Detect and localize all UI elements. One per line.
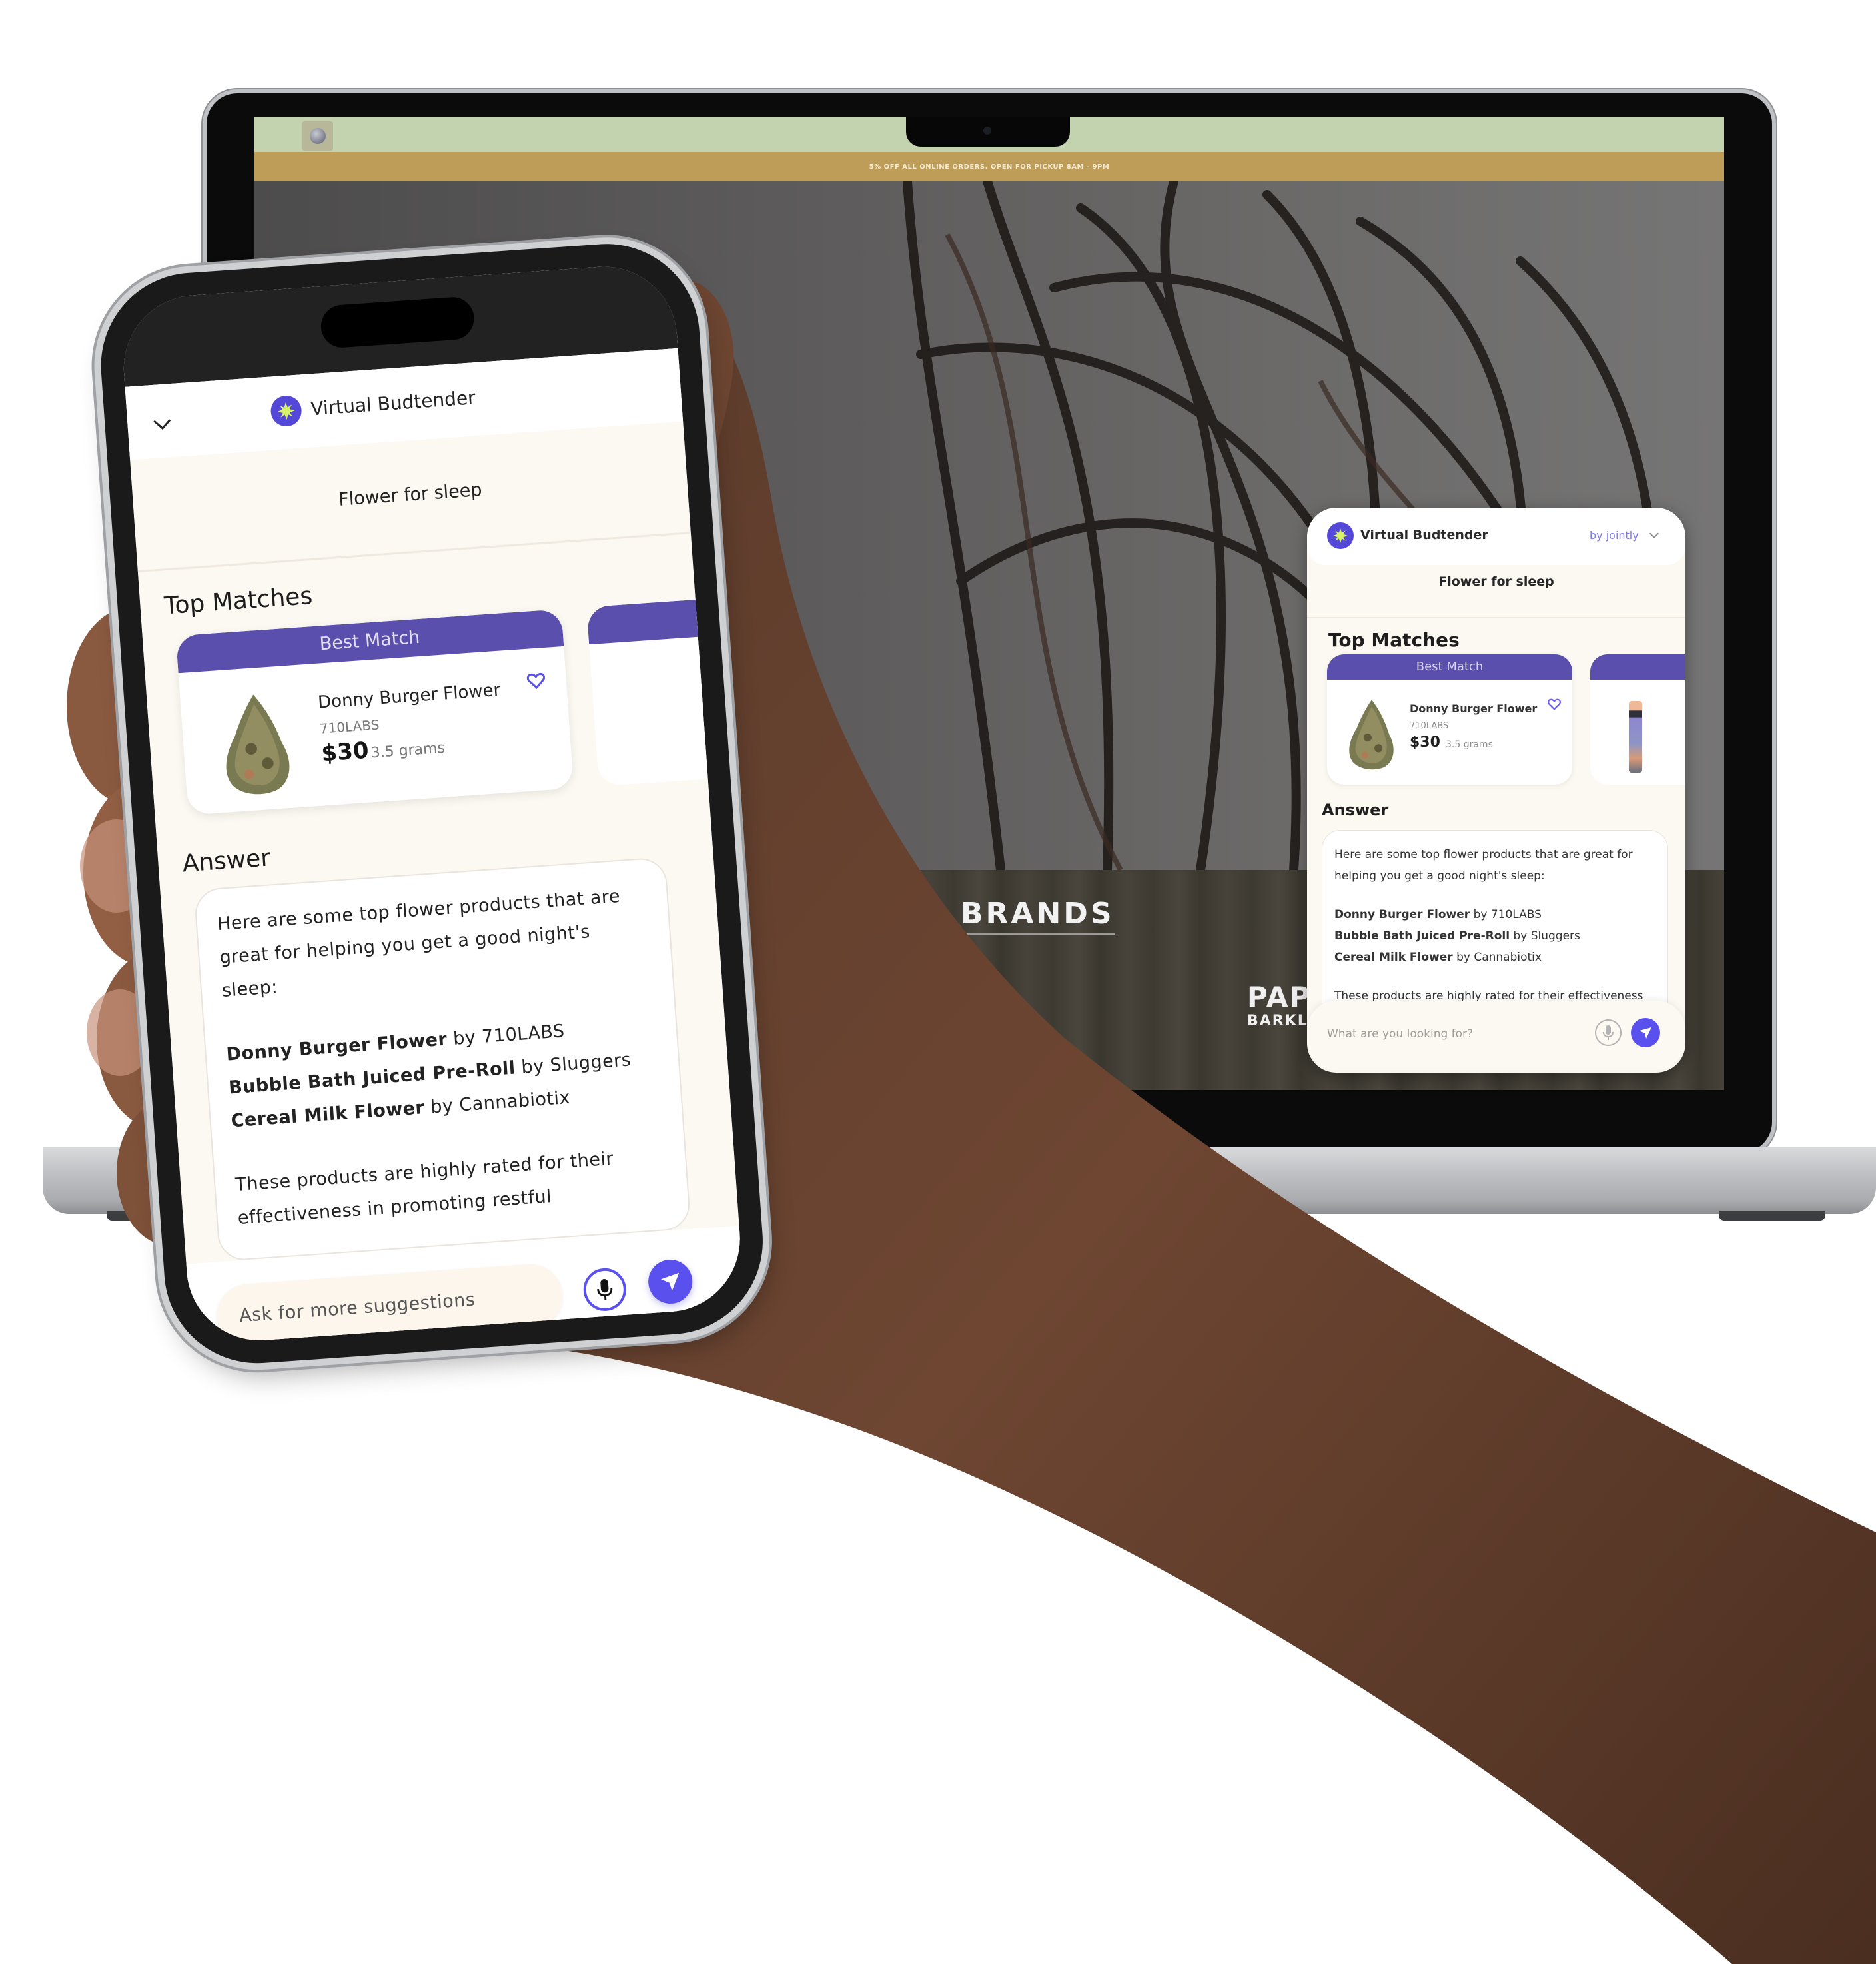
brands-heading: BRANDS (961, 897, 1115, 935)
product-card[interactable]: Best Match Donny Burger Flower 710LABS $… (1327, 654, 1572, 785)
search-bar: What are you looking for? (1307, 1001, 1685, 1070)
heart-icon[interactable] (526, 670, 547, 692)
widget-title: Virtual Budtender (310, 386, 476, 420)
product-brand: 710LABS (1410, 721, 1449, 731)
widget-header: Virtual Budtender by jointly (1307, 508, 1685, 565)
product-name: Donny Burger Flower (1410, 702, 1538, 715)
send-icon (660, 1272, 680, 1291)
flower-bud-image (1349, 700, 1394, 770)
product-size: 3.5 grams (1446, 739, 1493, 750)
user-query: Flower for sleep (1438, 574, 1554, 589)
product-card[interactable]: Best Match Donny Burger Flower 710LABS $… (175, 608, 574, 815)
product-size: 3.5 grams (370, 739, 446, 762)
jointly-link[interactable]: by jointly (1590, 529, 1639, 542)
dynamic-island (319, 296, 476, 349)
desktop-budtender-widget: Virtual Budtender by jointly Flower for … (1307, 508, 1685, 1073)
top-matches-heading: Top Matches (1328, 629, 1460, 651)
user-query: Flower for sleep (338, 479, 483, 510)
answer-item: Donny Burger Flower by 710LABS (1334, 908, 1542, 921)
product-card[interactable] (1590, 654, 1685, 785)
preroll-image (1629, 701, 1642, 773)
best-match-label: Best Match (175, 608, 564, 674)
microphone-button[interactable] (582, 1266, 628, 1313)
search-input[interactable]: What are you looking for? (1327, 1027, 1473, 1041)
product-brand: 710LABS (319, 716, 380, 737)
answer-intro: Here are some top flower products that a… (1334, 848, 1633, 883)
divider (1307, 617, 1685, 618)
answer-heading: Answer (181, 844, 272, 878)
top-matches-heading: Top Matches (163, 582, 314, 620)
promo-banner: 5% OFF ALL ONLINE ORDERS. OPEN FOR PICKU… (254, 152, 1724, 181)
chevron-down-icon[interactable] (1647, 528, 1661, 542)
send-button[interactable] (1631, 1018, 1660, 1047)
microphone-icon (1603, 1025, 1614, 1040)
product-name: Donny Burger Flower (317, 680, 502, 713)
send-icon (1640, 1027, 1651, 1039)
store-logo-icon[interactable] (302, 121, 333, 151)
camera-notch (906, 117, 1070, 147)
flower-bud-image (226, 694, 290, 795)
microphone-icon (597, 1279, 613, 1300)
smartphone: Virtual Budtender Flower for sleep Top M… (95, 237, 769, 1370)
divider (137, 532, 691, 573)
heart-icon[interactable] (1547, 697, 1562, 712)
phone-screen: Virtual Budtender Flower for sleep Top M… (119, 262, 745, 1346)
laptop-foot (1719, 1211, 1825, 1221)
widget-title: Virtual Budtender (1360, 528, 1488, 542)
answer-box: Here are some top flower products that a… (193, 856, 692, 1262)
answer-item: Cereal Milk Flower by Cannabiotix (1334, 951, 1542, 964)
answer-box: Here are some top flower products that a… (1322, 830, 1668, 1030)
best-match-label: Best Match (1327, 654, 1572, 680)
product-price: $30 (320, 737, 370, 767)
send-button[interactable] (646, 1258, 694, 1306)
mobile-budtender-widget: Virtual Budtender Flower for sleep Top M… (125, 348, 745, 1346)
sun-logo-icon (1327, 522, 1354, 549)
chevron-down-icon[interactable] (151, 414, 174, 434)
answer-item: Bubble Bath Juiced Pre-Roll by Sluggers (1334, 929, 1580, 943)
answer-heading: Answer (1322, 801, 1389, 819)
microphone-button[interactable] (1595, 1019, 1622, 1046)
product-price: $30 (1410, 734, 1440, 751)
sun-logo-icon (270, 394, 303, 428)
input-placeholder: Ask for more suggestions (238, 1289, 476, 1327)
